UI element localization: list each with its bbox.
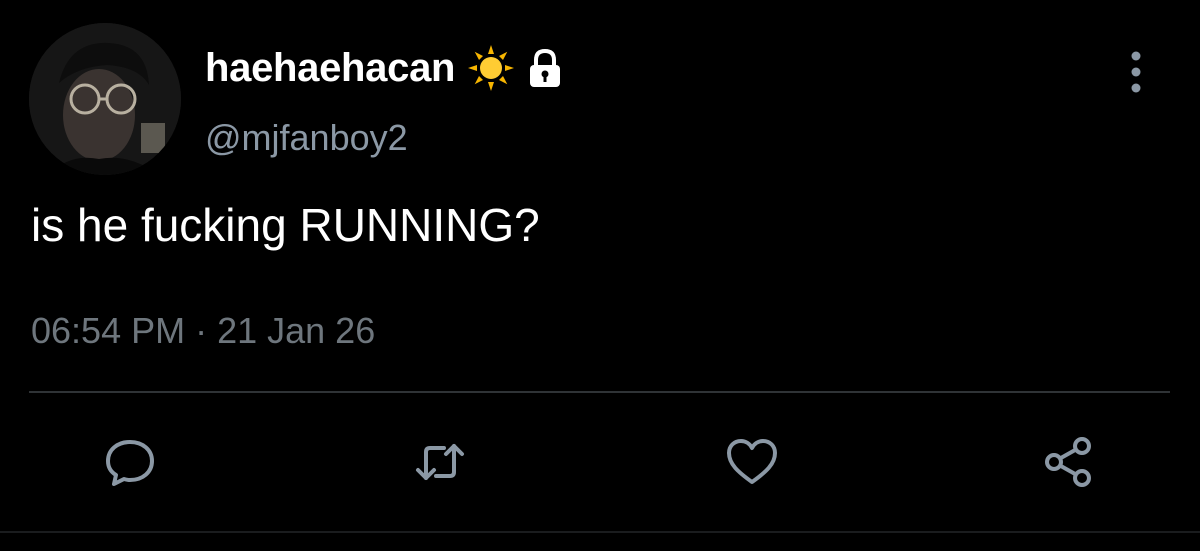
tweet-time: 06:54 PM: [31, 310, 186, 351]
more-options-button[interactable]: [1110, 44, 1162, 100]
avatar-photo: [29, 23, 181, 175]
more-vertical-icon: [1131, 51, 1141, 93]
share-icon: [1045, 437, 1091, 487]
avatar[interactable]: [29, 23, 181, 175]
lock-icon: [523, 46, 567, 90]
tweet-date: 21 Jan 26: [217, 310, 376, 351]
user-header: haehaehacan: [205, 42, 567, 94]
tweet-card: haehaehacan @mjfanboy2 is he fucking RUN…: [0, 0, 1200, 551]
like-button[interactable]: [720, 430, 784, 494]
timestamp-separator: ·: [195, 310, 208, 351]
sun-emoji-icon: [467, 44, 515, 92]
reply-button[interactable]: [98, 430, 162, 494]
retweet-icon: [416, 444, 464, 480]
reply-icon: [106, 440, 154, 486]
divider: [29, 391, 1170, 393]
share-button[interactable]: [1036, 430, 1100, 494]
user-handle[interactable]: @mjfanboy2: [205, 117, 408, 159]
display-name[interactable]: haehaehacan: [205, 46, 455, 91]
heart-icon: [727, 439, 777, 484]
tweet-text: is he fucking RUNNING?: [31, 199, 540, 251]
retweet-button[interactable]: [408, 430, 472, 494]
bottom-divider: [0, 531, 1200, 533]
tweet-timestamp[interactable]: 06:54 PM · 21 Jan 26: [31, 310, 375, 352]
